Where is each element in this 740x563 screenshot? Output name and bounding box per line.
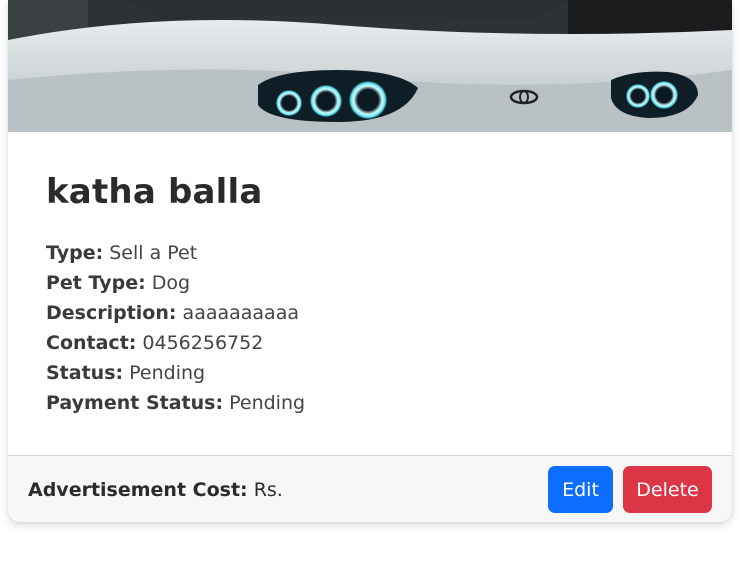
- detail-label: Pet Type:: [46, 272, 146, 294]
- listing-title: katha balla: [46, 172, 263, 212]
- detail-label: Status:: [46, 362, 124, 384]
- detail-contact: Contact: 0456256752: [46, 328, 694, 358]
- listing-image: [8, 0, 732, 132]
- detail-value: Dog: [151, 272, 191, 294]
- detail-pet-type: Pet Type: Dog: [46, 268, 694, 298]
- car-photo: [8, 0, 732, 132]
- listing-body: katha balla Type: Sell a Pet Pet Type: D…: [8, 132, 732, 455]
- detail-label: Description:: [46, 302, 177, 324]
- edit-button[interactable]: Edit: [548, 466, 613, 513]
- cost-label: Advertisement Cost:: [28, 479, 248, 501]
- detail-label: Contact:: [46, 332, 137, 354]
- detail-status: Status: Pending: [46, 358, 694, 388]
- delete-button[interactable]: Delete: [623, 466, 712, 513]
- detail-label: Payment Status:: [46, 392, 224, 414]
- detail-value: Sell a Pet: [109, 242, 198, 264]
- detail-payment-status: Payment Status: Pending: [46, 388, 694, 418]
- listing-footer: Advertisement Cost: Rs. Edit Delete: [8, 455, 732, 522]
- detail-type: Type: Sell a Pet: [46, 238, 694, 268]
- detail-value: aaaaaaaaaa: [182, 302, 299, 324]
- listing-card: katha balla Type: Sell a Pet Pet Type: D…: [8, 0, 732, 522]
- detail-description: Description: aaaaaaaaaa: [46, 298, 694, 328]
- detail-value: Pending: [229, 392, 306, 414]
- cost-value: Rs.: [253, 479, 283, 501]
- detail-label: Type:: [46, 242, 104, 264]
- advertisement-cost: Advertisement Cost: Rs.: [28, 479, 283, 501]
- detail-value: Pending: [129, 362, 206, 384]
- detail-value: 0456256752: [142, 332, 264, 354]
